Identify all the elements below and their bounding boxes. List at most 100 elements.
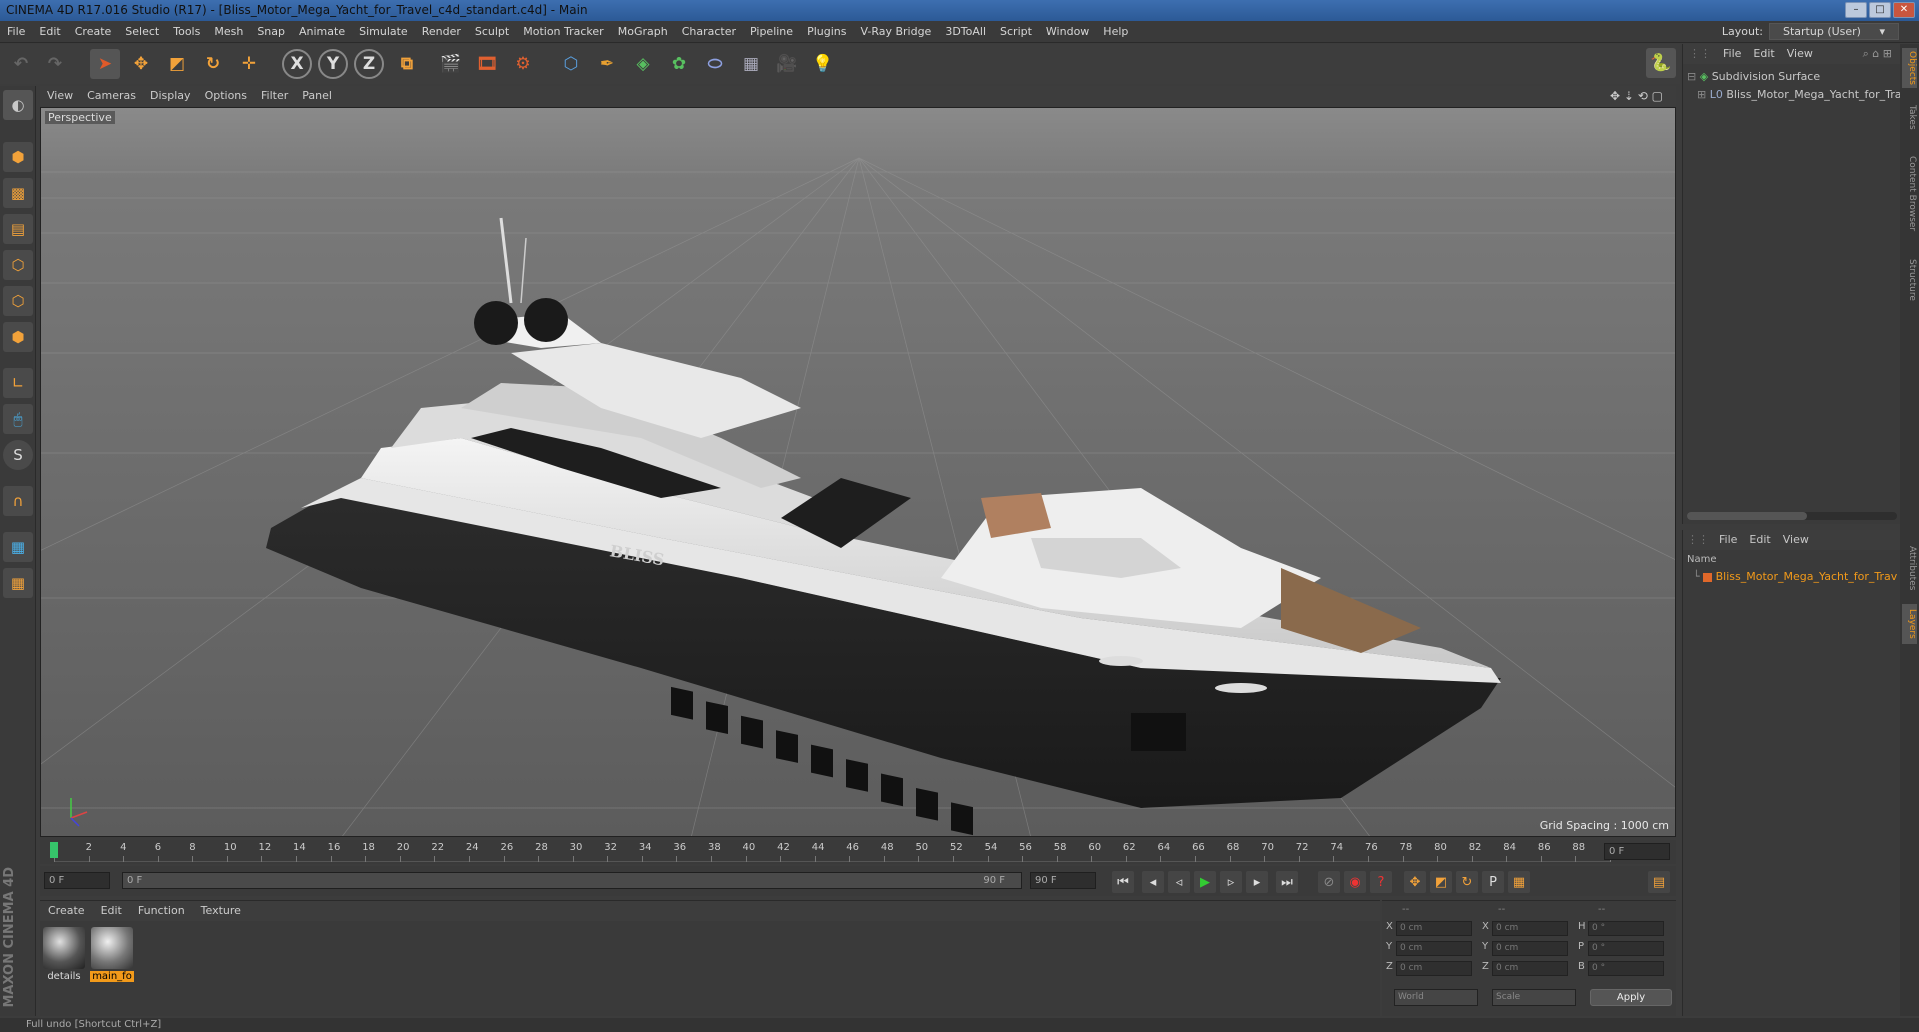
- tab-objects[interactable]: Objects: [1902, 48, 1917, 88]
- start-frame-field[interactable]: 0 F: [44, 872, 110, 889]
- material-swatch[interactable]: details: [42, 927, 86, 982]
- texture-mode-icon[interactable]: ▩: [3, 178, 33, 208]
- previous-frame-icon[interactable]: ◃: [1168, 871, 1190, 893]
- coord-field[interactable]: 0 °: [1588, 941, 1664, 956]
- menu-mesh[interactable]: Mesh: [207, 21, 250, 43]
- menu-vray-bridge[interactable]: V-Ray Bridge: [853, 21, 938, 43]
- lock-workplane-icon[interactable]: ▦: [3, 532, 33, 562]
- menu-plugins[interactable]: Plugins: [800, 21, 853, 43]
- tweak-mode-icon[interactable]: 🖱: [3, 404, 33, 434]
- layer-menu-edit[interactable]: Edit: [1743, 533, 1776, 546]
- make-editable-icon[interactable]: ◐: [3, 90, 33, 120]
- apply-button[interactable]: Apply: [1590, 989, 1672, 1006]
- previous-key-icon[interactable]: ◂: [1142, 871, 1164, 893]
- timeline-window-icon[interactable]: ▤: [1648, 871, 1670, 893]
- next-frame-icon[interactable]: ▹: [1220, 871, 1242, 893]
- floor-icon[interactable]: ▦: [736, 49, 766, 79]
- menu-tools[interactable]: Tools: [166, 21, 207, 43]
- timeline-ruler[interactable]: 0246810121416182022242628303234363840424…: [40, 840, 1676, 864]
- next-key-icon[interactable]: ▸: [1246, 871, 1268, 893]
- move-tool-icon[interactable]: ✥: [126, 49, 156, 79]
- menu-render[interactable]: Render: [415, 21, 468, 43]
- workplane-mode-icon[interactable]: ▤: [3, 214, 33, 244]
- menu-3dtoall[interactable]: 3DToAll: [938, 21, 993, 43]
- viewport-nav-icons[interactable]: ✥ ⇣ ⟲ ▢: [1603, 86, 1670, 106]
- x-axis-button[interactable]: X: [282, 49, 312, 79]
- menu-character[interactable]: Character: [675, 21, 743, 43]
- material-menu-function[interactable]: Function: [130, 901, 193, 921]
- cloner-icon[interactable]: ✿: [664, 49, 694, 79]
- select-tool-icon[interactable]: ➤: [90, 49, 120, 79]
- menu-animate[interactable]: Animate: [292, 21, 352, 43]
- menu-sculpt[interactable]: Sculpt: [468, 21, 516, 43]
- coord-size-dropdown[interactable]: Scale: [1492, 989, 1576, 1006]
- key-pla-icon[interactable]: ▦: [1508, 871, 1530, 893]
- menu-edit[interactable]: Edit: [32, 21, 67, 43]
- axis-mode-icon[interactable]: ∟: [3, 368, 33, 398]
- coord-field[interactable]: 0 cm: [1492, 941, 1568, 956]
- scrollbar-thumb[interactable]: [1687, 512, 1807, 520]
- material-menu-create[interactable]: Create: [40, 901, 93, 921]
- menu-window[interactable]: Window: [1039, 21, 1096, 43]
- magnet-icon[interactable]: ∩: [3, 486, 33, 516]
- go-to-start-icon[interactable]: ⏮: [1112, 871, 1134, 893]
- menu-select[interactable]: Select: [118, 21, 166, 43]
- model-mode-icon[interactable]: ⬢: [3, 142, 33, 172]
- coord-field[interactable]: 0 cm: [1396, 921, 1472, 936]
- auto-key-icon[interactable]: ?: [1370, 871, 1392, 893]
- go-to-end-icon[interactable]: ⏭: [1276, 871, 1298, 893]
- menu-snap[interactable]: Snap: [250, 21, 292, 43]
- material-menu-texture[interactable]: Texture: [193, 901, 249, 921]
- tab-content-browser[interactable]: Content Browser: [1902, 144, 1917, 244]
- minimize-button[interactable]: –: [1845, 2, 1867, 18]
- coord-mode-dropdown[interactable]: World: [1394, 989, 1478, 1006]
- menu-pipeline[interactable]: Pipeline: [743, 21, 800, 43]
- redo-icon[interactable]: ↷: [40, 49, 70, 79]
- layer-color-swatch[interactable]: [1703, 572, 1713, 582]
- tab-takes[interactable]: Takes: [1902, 100, 1917, 134]
- layout-dropdown[interactable]: Startup (User) ▾: [1769, 23, 1899, 40]
- coordinate-system-icon[interactable]: ⧉: [392, 49, 422, 79]
- camera-icon[interactable]: 🎥: [772, 49, 802, 79]
- pen-spline-icon[interactable]: ✒: [592, 49, 622, 79]
- menu-help[interactable]: Help: [1096, 21, 1135, 43]
- viewport-menu-options[interactable]: Options: [198, 86, 254, 106]
- menu-simulate[interactable]: Simulate: [352, 21, 415, 43]
- expand-icon[interactable]: ⊞: [1697, 88, 1706, 101]
- transform-tool-icon[interactable]: ✛: [234, 49, 264, 79]
- material-swatch[interactable]: main_fo: [90, 927, 134, 982]
- object-row[interactable]: ⊞ L0 Bliss_Motor_Mega_Yacht_for_Tra: [1683, 86, 1901, 104]
- playhead-marker[interactable]: [50, 842, 58, 858]
- planar-workplane-icon[interactable]: ▦: [3, 568, 33, 598]
- viewport-menu-cameras[interactable]: Cameras: [80, 86, 143, 106]
- coord-field[interactable]: 0 cm: [1396, 961, 1472, 976]
- cube-primitive-icon[interactable]: ⬡: [556, 49, 586, 79]
- render-view-icon[interactable]: 🎬: [436, 49, 466, 79]
- layer-menu-file[interactable]: File: [1713, 533, 1743, 546]
- tab-attributes[interactable]: Attributes: [1902, 538, 1917, 598]
- object-menu-edit[interactable]: Edit: [1747, 44, 1780, 64]
- keyframe-selection-icon[interactable]: ⊘: [1318, 871, 1340, 893]
- menu-script[interactable]: Script: [993, 21, 1039, 43]
- subdivision-surface-icon[interactable]: ◈: [628, 49, 658, 79]
- layer-row[interactable]: └ Bliss_Motor_Mega_Yacht_for_Trav: [1683, 568, 1901, 586]
- frame-range-slider[interactable]: 0 F 90 F: [122, 872, 1022, 889]
- menu-file[interactable]: File: [0, 21, 32, 43]
- record-icon[interactable]: ◉: [1344, 871, 1366, 893]
- viewport-menu-filter[interactable]: Filter: [254, 86, 295, 106]
- y-axis-button[interactable]: Y: [318, 49, 348, 79]
- coord-field[interactable]: 0 cm: [1396, 941, 1472, 956]
- coord-field[interactable]: 0 °: [1588, 961, 1664, 976]
- object-menu-file[interactable]: File: [1717, 44, 1747, 64]
- end-frame-field[interactable]: 90 F: [1030, 872, 1096, 889]
- layer-menu-view[interactable]: View: [1777, 533, 1815, 546]
- current-frame-field[interactable]: 0 F: [1604, 843, 1670, 860]
- python-icon[interactable]: 🐍: [1646, 48, 1676, 78]
- coord-field[interactable]: 0 cm: [1492, 961, 1568, 976]
- tab-structure[interactable]: Structure: [1902, 252, 1917, 308]
- coord-field[interactable]: 0 °: [1588, 921, 1664, 936]
- search-icon[interactable]: ⌕ ⌂ ⊞: [1857, 44, 1898, 64]
- menu-motion-tracker[interactable]: Motion Tracker: [516, 21, 610, 43]
- object-menu-view[interactable]: View: [1781, 44, 1819, 64]
- collapse-icon[interactable]: ⊟: [1687, 70, 1696, 83]
